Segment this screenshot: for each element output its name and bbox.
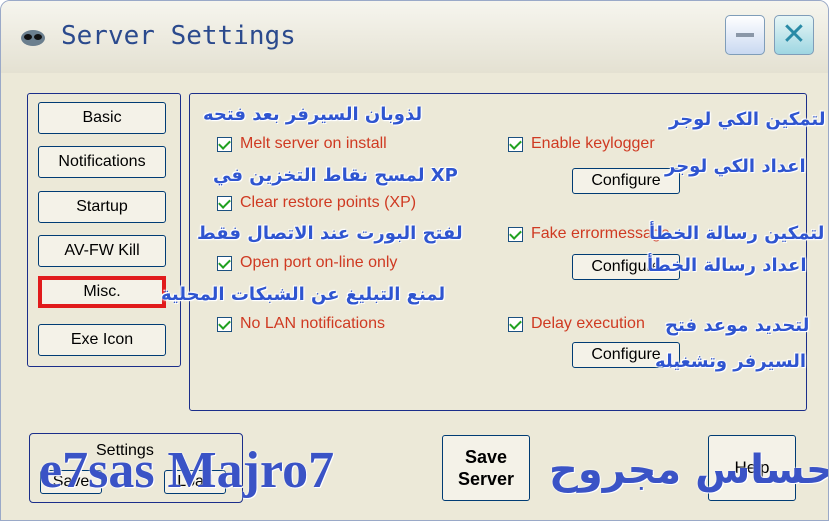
checkmark-icon <box>508 316 523 332</box>
enable-keylogger-checkbox[interactable]: Enable keylogger <box>508 135 655 153</box>
open-port-checkbox[interactable]: Open port on-line only <box>217 254 397 272</box>
annotation-delay-1: لتحديد موعد فتح <box>665 315 810 336</box>
open-port-label: Open port on-line only <box>240 254 398 271</box>
nav-misc-button[interactable]: Misc. <box>38 276 166 308</box>
minimize-button[interactable] <box>725 15 765 55</box>
nav-basic-button[interactable]: Basic <box>38 102 166 134</box>
melt-server-label: Melt server on install <box>240 135 387 152</box>
close-button[interactable]: ✕ <box>774 15 814 55</box>
annotation-melt: لذوبان السيرفر بعد فتحه <box>203 104 423 125</box>
annotation-keylogger-enable: لتمكين الكي لوجر <box>669 109 826 130</box>
save-server-label-line2: Server <box>457 469 515 489</box>
nav-av-fw-kill-button[interactable]: AV-FW Kill <box>38 235 166 267</box>
window-title: Server Settings <box>61 21 296 51</box>
annotation-lan: لمنع التبليغ عن الشبكات المحلية <box>161 284 446 305</box>
annotation-restore: لمسح نقاط التخزين في XP <box>213 165 458 186</box>
configure-keylogger-button[interactable]: Configure <box>572 168 680 194</box>
checkmark-icon <box>217 255 232 271</box>
annotation-error-config: اعداد رسالة الخطأ <box>647 255 807 276</box>
watermark-arabic: احساس مجروح <box>549 447 829 493</box>
no-lan-checkbox[interactable]: No LAN notifications <box>217 315 385 333</box>
checkmark-icon <box>217 136 232 152</box>
delay-execution-checkbox[interactable]: Delay execution <box>508 315 645 333</box>
title-bar[interactable]: Server Settings ✕ <box>1 1 828 73</box>
melt-server-checkbox[interactable]: Melt server on install <box>217 135 387 153</box>
clear-restore-label: Clear restore points (XP) <box>240 194 417 211</box>
save-server-label-line1: Save <box>464 447 508 467</box>
clear-restore-checkbox[interactable]: Clear restore points (XP) <box>217 194 416 212</box>
checkmark-icon <box>508 226 523 242</box>
close-icon: ✕ <box>781 18 807 51</box>
checkmark-icon <box>217 316 232 332</box>
server-settings-window: Server Settings ✕ Basic Notifications St… <box>0 0 829 521</box>
annotation-keylogger-config: اعداد الكي لوجر <box>665 156 806 177</box>
annotation-delay-2: السيرفر وتشغيله <box>655 351 807 372</box>
nav-panel: Basic Notifications Startup AV-FW Kill M… <box>27 93 181 367</box>
delay-execution-label: Delay execution <box>531 315 645 332</box>
nav-exe-icon-button[interactable]: Exe Icon <box>38 324 166 356</box>
annotation-port: لفتح البورت عند الاتصال فقط <box>197 223 463 244</box>
watermark-latin: e7sas Majro7 <box>39 442 335 499</box>
nav-notifications-button[interactable]: Notifications <box>38 146 166 178</box>
annotation-error-enable: لتمكين رسالة الخطأ <box>649 223 825 244</box>
save-server-button[interactable]: Save Server <box>442 435 530 501</box>
no-lan-label: No LAN notifications <box>240 315 385 332</box>
fake-error-checkbox[interactable]: Fake errormessage <box>508 225 670 243</box>
enable-keylogger-label: Enable keylogger <box>531 135 655 152</box>
checkmark-icon <box>217 195 232 211</box>
nav-startup-button[interactable]: Startup <box>38 191 166 223</box>
checkmark-icon <box>508 136 523 152</box>
alien-icon <box>21 30 45 46</box>
